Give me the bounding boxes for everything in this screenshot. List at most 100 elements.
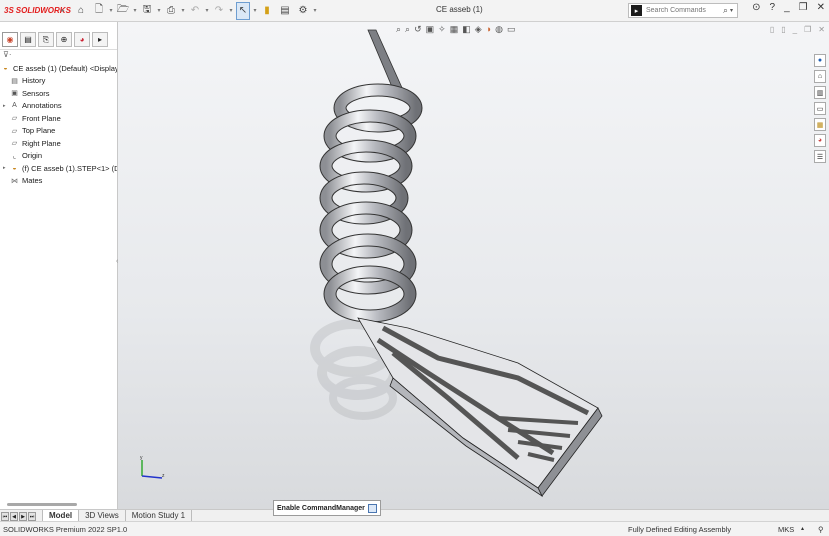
viewport-close-icon[interactable]: ✕ — [818, 25, 825, 34]
rebuild-icon[interactable]: ▮ — [260, 2, 274, 20]
options-dropdown-icon[interactable]: ▾ — [312, 2, 318, 20]
restore-button[interactable]: ❐ — [799, 2, 808, 13]
tab-property-manager[interactable]: ▤ — [20, 32, 36, 47]
unit-system[interactable]: MKS — [778, 525, 794, 534]
print-icon[interactable]: ⎙ — [164, 2, 178, 20]
last-tab-icon[interactable]: ⏭ — [28, 512, 36, 521]
part-icon: ◒ — [12, 164, 17, 172]
search-input[interactable] — [646, 7, 721, 14]
viewport-split-icon[interactable]: ▯ — [770, 25, 774, 34]
tree-item-label: Origin — [22, 151, 43, 161]
tree-item[interactable]: ▱ Right Plane — [0, 137, 117, 150]
undo-dropdown-icon[interactable]: ▾ — [204, 2, 210, 20]
tree-item-label: Annotations — [22, 101, 62, 111]
configuration-manager-icon: ⎘ — [42, 34, 50, 44]
open-file-icon[interactable]: 🗁 — [116, 2, 130, 20]
save-dropdown-icon[interactable]: ▾ — [156, 2, 162, 20]
search-commands[interactable]: ▸ ⌕ ▾ — [628, 3, 738, 18]
undo-icon[interactable]: ↶ — [188, 2, 202, 20]
tab-more[interactable]: ▸ — [92, 32, 108, 47]
magnifier-icon[interactable]: ⌕ — [723, 5, 728, 16]
tree-item-label: Top Plane — [22, 126, 56, 136]
view-palette-icon[interactable]: ▭ — [814, 102, 826, 115]
design-library-icon[interactable]: ⌂ — [814, 70, 826, 83]
redo-icon[interactable]: ↷ — [212, 2, 226, 20]
tab-display-manager[interactable]: ◕ — [74, 32, 90, 47]
status-bar: SOLIDWORKS Premium 2022 SP1.0 Fully Defi… — [0, 521, 829, 536]
tree-item[interactable]: ▸ A Annotations — [0, 100, 117, 113]
tree-item[interactable]: ▤ History — [0, 75, 117, 88]
new-file-dropdown-icon[interactable]: ▾ — [108, 2, 114, 20]
tree-item[interactable]: ▣ Sensors — [0, 87, 117, 100]
tab-3d-views[interactable]: 3D Views — [79, 510, 126, 521]
tab-motion-study[interactable]: Motion Study 1 — [126, 510, 193, 521]
title-toolbar: 3S SOLIDWORKS ▸ ⌂ 🗋 ▾ 🗁 ▾ 🖫 ▾ ⎙ ▾ ↶ ▾ ↷ … — [0, 0, 829, 22]
definition-status: Fully Defined — [628, 525, 672, 534]
tab-feature-manager[interactable]: ◉ — [2, 32, 18, 47]
spiral-model-3d[interactable] — [298, 28, 628, 498]
ds-logo-text: 3S — [4, 6, 14, 15]
open-file-dropdown-icon[interactable]: ▾ — [132, 2, 138, 20]
first-tab-icon[interactable]: ⏮ — [1, 512, 9, 521]
options-gear-icon[interactable]: ⚙ — [296, 2, 310, 20]
viewport-minimize-icon[interactable]: _ — [793, 25, 797, 34]
scenes-decals-icon[interactable]: ◕ — [814, 134, 826, 147]
unit-dropdown-icon[interactable]: ▴ — [801, 525, 804, 532]
document-title: CE asseb (1) — [436, 5, 483, 14]
feature-manager-panel: ◉ ▤ ⎘ ⊕ ◕ ▸ ⊽· ◒ CE asseb (1) (Default) <… — [0, 22, 118, 509]
print-dropdown-icon[interactable]: ▾ — [180, 2, 186, 20]
tab-dimxpert-manager[interactable]: ⊕ — [56, 32, 72, 47]
plane-icon: ▱ — [11, 127, 18, 135]
horizontal-scrollbar[interactable] — [7, 503, 77, 506]
help-icon[interactable]: ? — [770, 2, 776, 13]
dimxpert-icon: ⊕ — [60, 35, 68, 44]
enable-command-manager-button[interactable]: Enable CommandManager — [273, 500, 381, 516]
appearances-icon[interactable]: ▦ — [814, 118, 826, 131]
viewport-tile-icon[interactable]: ▯ — [781, 25, 785, 34]
annotations-icon: A — [12, 102, 17, 110]
tree-item[interactable]: ▱ Front Plane — [0, 112, 117, 125]
custom-properties-icon[interactable]: ☰ — [814, 150, 826, 163]
tree-item[interactable]: ▱ Top Plane — [0, 125, 117, 138]
select-dropdown-icon[interactable]: ▾ — [252, 2, 258, 20]
prev-tab-icon[interactable]: ◀ — [10, 512, 18, 521]
save-icon[interactable]: 🖫 — [140, 2, 154, 20]
expand-arrow-icon[interactable]: ▸ — [3, 165, 10, 171]
solidworks-logo[interactable]: 3S SOLIDWORKS — [0, 0, 71, 22]
tree-item[interactable]: ▸◒ (f) CE asseb (1).STEP<1> (Default — [0, 162, 117, 175]
viewport-restore-icon[interactable]: ❐ — [804, 25, 811, 34]
graphics-area[interactable]: ⌕ ⌕ ↺ ▣ ✧ ▦ ◧ ◈ ◑ ◍ ▭ ▯ ▯ _ ❐ ✕ ● ⌂ ▥ ▭ … — [118, 22, 829, 509]
minimize-button[interactable]: _ — [784, 2, 790, 13]
svg-text:z: z — [162, 473, 165, 479]
new-file-icon[interactable]: 🗋 — [92, 2, 106, 20]
tree-item-label: History — [22, 76, 46, 86]
sensors-icon: ▣ — [11, 90, 18, 98]
solidworks-resources-icon[interactable]: ● — [814, 54, 826, 67]
command-manager-label: Enable CommandManager — [277, 504, 365, 512]
customize-status-icon[interactable]: ⚲ — [818, 525, 824, 534]
command-manager-icon — [367, 503, 377, 513]
tab-configuration-manager[interactable]: ⎘ — [38, 32, 54, 47]
file-explorer-icon[interactable]: ▥ — [814, 86, 826, 99]
tab-model[interactable]: Model — [42, 510, 80, 521]
filter-icon[interactable]: ⊽· — [0, 50, 117, 61]
tree-item[interactable]: ⋈ Mates — [0, 175, 117, 188]
command-search-icon: ▸ — [631, 5, 642, 16]
expand-arrow-icon[interactable]: ▸ — [3, 103, 10, 109]
tree-item-label: Mates — [22, 176, 43, 186]
select-arrow-icon[interactable]: ↖ — [236, 1, 250, 20]
viewport-controls: ▯ ▯ _ ❐ ✕ — [770, 25, 825, 34]
window-controls: ⊙ ? _ ❐ ✕ — [752, 2, 825, 13]
redo-dropdown-icon[interactable]: ▾ — [228, 2, 234, 20]
close-button[interactable]: ✕ — [817, 2, 825, 13]
account-icon[interactable]: ⊙ — [752, 2, 760, 13]
task-pane: ● ⌂ ▥ ▭ ▦ ◕ ☰ — [814, 54, 827, 163]
next-tab-icon[interactable]: ▶ — [19, 512, 27, 521]
tree-item[interactable]: ◒ CE asseb (1) (Default) <Display State — [0, 62, 117, 75]
file-properties-icon[interactable]: ▤ — [278, 2, 292, 20]
origin-icon: ⌞ — [12, 152, 17, 160]
home-icon[interactable]: ⌂ — [74, 2, 88, 20]
search-dropdown-icon[interactable]: ▾ — [730, 7, 733, 14]
menu-expand-icon[interactable]: ▸ — [60, 2, 66, 20]
tree-item[interactable]: ⌞ Origin — [0, 150, 117, 163]
